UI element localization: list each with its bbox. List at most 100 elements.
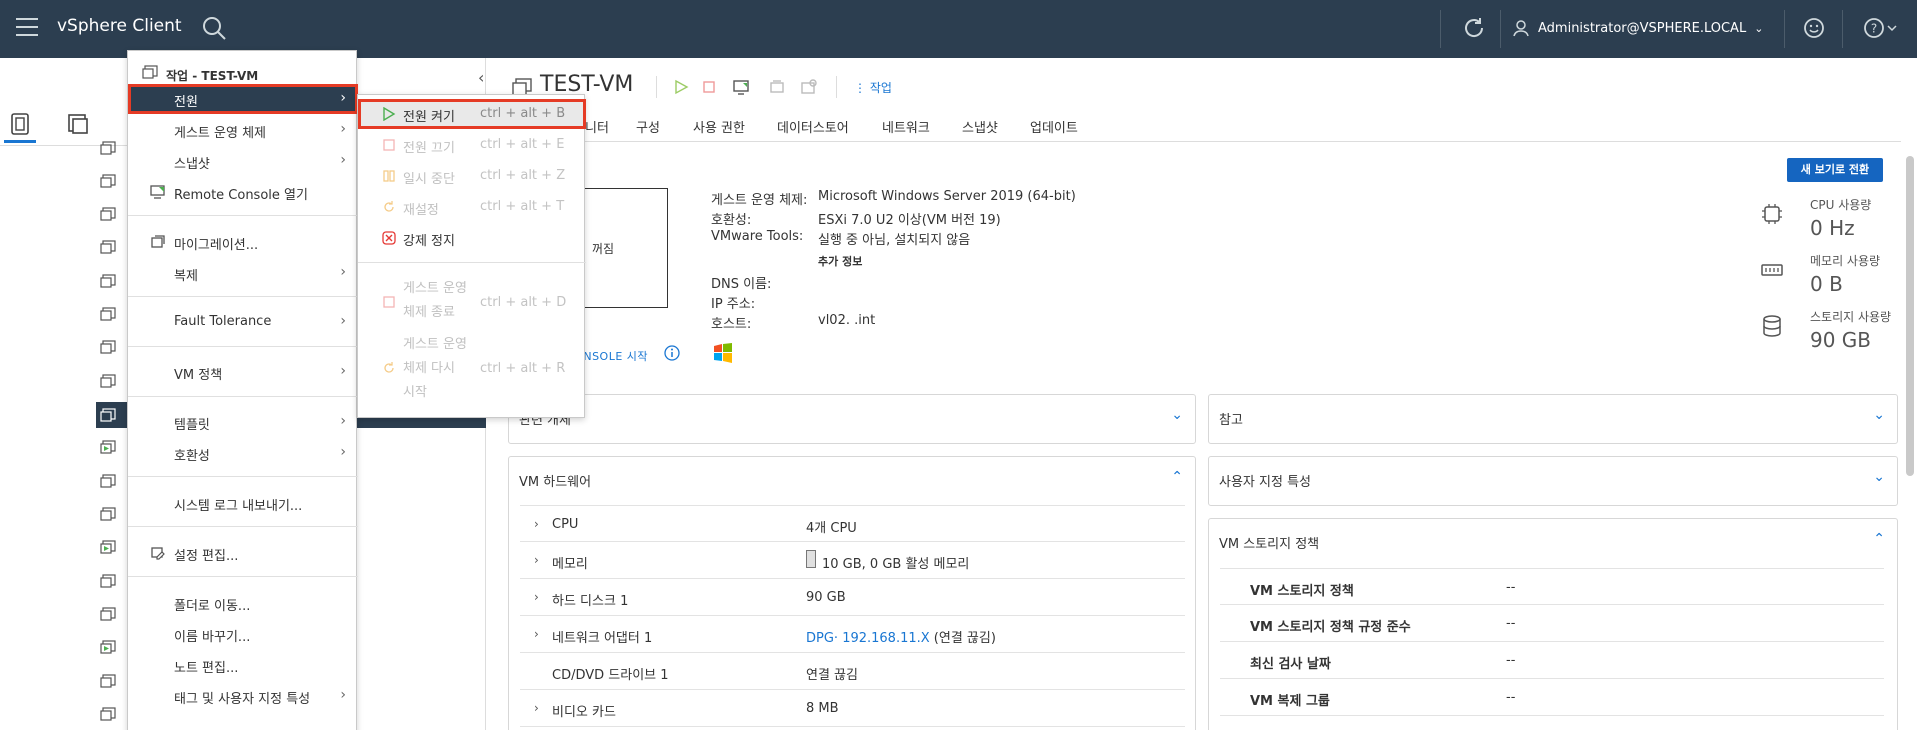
hw-key: 하드 디스크 1 (552, 594, 629, 609)
chevron-down-icon[interactable]: ⌄ (1171, 407, 1183, 423)
actions-menu-button[interactable]: ⋮ 작업 (854, 79, 892, 96)
vm-icon[interactable] (100, 507, 116, 521)
hamburger-menu-icon[interactable] (16, 18, 38, 38)
table-row[interactable]: › CPU 4개 CPU (520, 505, 1185, 542)
menu-item-move-to-folder[interactable]: 폴더로 이동... (128, 588, 358, 618)
migrate-icon (151, 235, 165, 248)
vm-icon[interactable] (100, 474, 116, 488)
vm-icon[interactable] (100, 307, 116, 321)
tab-configure[interactable]: 구성 (636, 117, 660, 136)
menu-item-label: 템플릿 (174, 418, 210, 433)
help-icon[interactable]: ? (1860, 14, 1900, 42)
submenu-item-hard-stop[interactable]: 강제 정지 (358, 223, 586, 253)
menu-item-label: 노트 편집... (174, 661, 239, 676)
vm-running-icon[interactable] (100, 540, 116, 554)
vm-running-icon[interactable] (100, 640, 116, 654)
submenu-item-label: 게스트 운영 (403, 337, 467, 352)
collapse-navigator-icon[interactable]: ‹ (478, 68, 484, 87)
menu-item-label: 전원 (174, 95, 198, 110)
vm-icon[interactable] (100, 607, 116, 621)
migrate-icon[interactable] (768, 78, 786, 96)
menu-item-vm-policies[interactable]: VM 정책 › (128, 357, 358, 387)
menu-item-edit-settings[interactable]: 설정 편집... (128, 538, 358, 568)
vm-icon[interactable] (100, 674, 116, 688)
menu-item-export-logs[interactable]: 시스템 로그 내보내기... (128, 488, 358, 518)
chevron-right-icon[interactable]: › (534, 590, 539, 604)
app-title[interactable]: vSphere Client (57, 16, 182, 36)
snapshot-icon[interactable] (800, 78, 818, 96)
launch-console-icon[interactable] (732, 78, 750, 96)
menu-item-tags-attributes[interactable]: 태그 및 사용자 지정 특성 › (128, 681, 358, 711)
menu-item-fault-tolerance[interactable]: Fault Tolerance › (128, 307, 358, 337)
vm-running-icon[interactable] (100, 440, 116, 454)
prop-dns-label: DNS 이름: (711, 277, 772, 292)
menu-item-migrate[interactable]: 마이그레이션... (128, 227, 358, 257)
tab-updates[interactable]: 업데이트 (1030, 117, 1078, 136)
chevron-right-icon[interactable]: › (534, 517, 539, 531)
info-icon[interactable] (664, 345, 680, 361)
tab-networks[interactable]: 네트워크 (882, 117, 930, 136)
chevron-down-icon[interactable]: ⌄ (1873, 407, 1885, 423)
switch-to-new-view-button[interactable]: 새 보기로 전환 (1787, 158, 1883, 182)
submenu-item-label: 전원 끄기 (403, 141, 455, 156)
network-link[interactable]: DPG· 192.168.11.X (806, 631, 930, 646)
tab-datastores[interactable]: 데이터스토어 (777, 117, 849, 136)
chevron-up-icon[interactable]: ⌃ (1171, 469, 1183, 485)
vm-icon[interactable] (100, 174, 116, 188)
menu-item-rename[interactable]: 이름 바꾸기... (128, 619, 358, 649)
restart-guest-icon (384, 362, 394, 373)
feedback-smile-icon[interactable] (1800, 14, 1828, 42)
hosts-clusters-tab-icon[interactable] (6, 110, 34, 138)
menu-item-clone[interactable]: 복제 › (128, 258, 358, 288)
vm-icon[interactable] (100, 141, 116, 155)
chevron-right-icon[interactable]: › (534, 553, 539, 567)
vm-icon[interactable] (100, 340, 116, 354)
submenu-item-suspend: 일시 중단 ctrl + alt + Z (358, 161, 586, 191)
vm-icon[interactable] (100, 374, 116, 388)
search-icon[interactable] (200, 14, 228, 42)
tab-monitor[interactable]: 니터 (585, 117, 609, 136)
user-menu[interactable]: Administrator@VSPHERE.LOCAL ⌄ (1512, 14, 1763, 42)
vm-icon[interactable] (100, 207, 116, 221)
menu-item-guest-os[interactable]: 게스트 운영 체제 › (128, 115, 358, 145)
hw-value: 연결 끊김 (806, 668, 858, 683)
menu-item-remote-console[interactable]: Remote Console 열기 (128, 177, 358, 207)
menu-item-template[interactable]: 템플릿 › (128, 407, 358, 437)
vms-templates-tab-icon[interactable] (64, 110, 92, 138)
menu-item-snapshots[interactable]: 스냅샷 › (128, 146, 358, 176)
main-scrollbar[interactable] (1906, 146, 1914, 730)
scrollbar-thumb[interactable] (1906, 156, 1914, 476)
table-row[interactable]: › 하드 디스크 1 90 GB (520, 579, 1185, 616)
tab-permissions[interactable]: 사용 권한 (693, 117, 745, 136)
vm-icon[interactable] (100, 707, 116, 721)
power-off-icon[interactable] (700, 78, 718, 96)
navigator-scrollbar[interactable] (482, 146, 490, 730)
table-row[interactable]: › 메모리 10 GB, 0 GB 활성 메모리 (520, 542, 1185, 579)
refresh-icon[interactable] (1460, 14, 1488, 42)
header-divider (1784, 10, 1785, 48)
header-divider (1842, 10, 1843, 48)
chevron-down-icon[interactable]: ⌄ (1873, 469, 1885, 485)
table-row[interactable]: › 비디오 카드 8 MB (520, 690, 1185, 727)
user-name: Administrator@VSPHERE.LOCAL (1538, 20, 1747, 36)
menu-item-edit-notes[interactable]: 노트 편집... (128, 650, 358, 680)
vm-icon[interactable] (100, 574, 116, 588)
table-row[interactable]: › 네트워크 어댑터 1 DPG· 192.168.11.X (연결 끊김) (520, 616, 1185, 653)
more-info-link[interactable]: 추가 정보 (818, 253, 862, 269)
submenu-item-label: 체제 다시 (403, 361, 455, 376)
tab-snapshots[interactable]: 스냅샷 (962, 117, 998, 136)
menu-item-compatibility[interactable]: 호환성 › (128, 438, 358, 468)
menu-item-power[interactable]: 전원 › (128, 84, 358, 114)
vm-icon[interactable] (100, 274, 116, 288)
chevron-up-icon[interactable]: ⌃ (1873, 531, 1885, 547)
prop-host-value[interactable]: vl02. .int (818, 313, 875, 328)
svg-text:?: ? (1871, 22, 1877, 36)
power-on-icon[interactable] (672, 78, 690, 96)
chevron-down-icon: ⌄ (1754, 21, 1764, 35)
chevron-right-icon[interactable]: › (534, 701, 539, 715)
chevron-right-icon[interactable]: › (534, 627, 539, 641)
submenu-item-label: 전원 켜기 (403, 110, 455, 125)
card-title: 사용자 지정 특성 (1219, 475, 1311, 490)
vm-icon[interactable] (100, 240, 116, 254)
submenu-item-power-on[interactable]: 전원 켜기 ctrl + alt + B (358, 99, 586, 129)
